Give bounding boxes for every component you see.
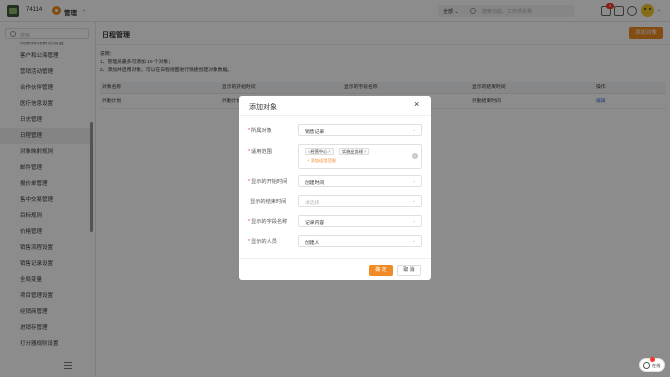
clear-icon[interactable]: × [412,153,418,159]
field-label-text: 显示的人员 [251,239,277,245]
end-time-placeholder: 请选择 [305,201,320,206]
required-mark: * [248,179,251,185]
notification-dot [650,357,655,362]
field-label-start-time: *显示的开始时间 [248,178,287,185]
start-time-select[interactable]: 创建时间 ⌄ [298,175,422,187]
field-name-select[interactable]: 记录内容 ⌄ [298,215,422,227]
scope-tag[interactable]: 实施业务线× [339,148,370,155]
scope-tag-label: 经营中心 [310,149,328,154]
confirm-button[interactable]: 确 定 [369,265,393,276]
cancel-button[interactable]: 取 消 [397,265,421,276]
headset-icon [643,362,650,369]
tag-remove-icon[interactable]: × [328,149,330,154]
field-label-scope: *适用范围 [248,148,272,155]
chevron-down-icon: ⌄ [412,198,416,203]
required-mark: * [248,128,251,134]
chevron-down-icon: ⌄ [412,127,416,132]
field-label-object: *所属对象 [248,127,272,134]
chevron-down-icon: ⌄ [412,238,416,243]
chevron-down-icon: ⌄ [412,218,416,223]
object-select-value: 销售记录 [305,130,325,135]
field-label-end-time: 显示的结束时间 [250,199,287,205]
field-label-text: 显示的字段名称 [251,219,288,225]
divider [239,258,431,259]
field-label-text: 适用范围 [251,149,272,155]
object-select[interactable]: 销售记录 ⌄ [298,124,422,136]
dialog-title: 添加对象 [249,104,277,111]
field-label-text: 所属对象 [251,128,272,134]
end-time-select[interactable]: 请选择 ⌄ [298,195,422,207]
required-mark: * [248,149,251,155]
person-value: 创建人 [305,241,320,246]
field-label-field-name: *显示的字段名称 [248,218,287,225]
scope-tag[interactable]: ○经营中心× [305,148,334,155]
add-scope-link[interactable]: + 添加适用范围 [307,158,336,164]
online-service-label: 在线 [652,363,661,368]
field-label-person: *显示的人员 [248,238,277,245]
required-mark: * [248,239,251,245]
person-select[interactable]: 创建人 ⌄ [298,235,422,247]
divider [239,115,431,116]
tag-remove-icon[interactable]: × [364,149,366,154]
field-label-text: 显示的开始时间 [251,179,288,185]
chevron-down-icon: ⌄ [412,178,416,183]
required-mark: * [248,219,251,225]
add-object-dialog: 添加对象 × *所属对象 销售记录 ⌄ *适用范围 ○经营中心× 实施业务线× … [239,96,431,280]
start-time-value: 创建时间 [305,181,325,186]
scope-tag-label: 实施业务线 [342,149,363,154]
close-icon[interactable]: × [414,100,419,109]
scope-selector[interactable]: ○经营中心× 实施业务线× + 添加适用范围 × [298,144,422,169]
field-name-value: 记录内容 [305,221,325,226]
